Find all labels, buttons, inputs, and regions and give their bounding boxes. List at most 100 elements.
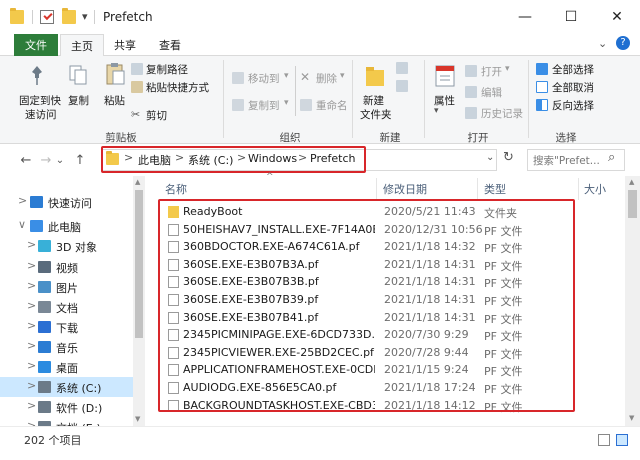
sidebar-item[interactable]: > 软件 (D:) <box>0 397 133 417</box>
cut-button[interactable]: 剪切 <box>146 108 167 123</box>
delete-button[interactable]: 删除 <box>316 71 337 86</box>
properties-check-icon[interactable] <box>40 10 54 24</box>
sidebar-item-label: 软件 (D:) <box>56 402 103 415</box>
refresh-icon[interactable]: ↻ <box>503 150 514 165</box>
open-group-label: 打开 <box>467 132 489 144</box>
open-button[interactable]: 打开 <box>481 64 502 79</box>
close-icon: ✕ <box>611 9 623 25</box>
tab-file[interactable]: 文件 <box>14 34 58 56</box>
select-all-button[interactable]: 全部选择 <box>552 62 594 77</box>
status-bar <box>0 426 640 460</box>
chevron-right-icon[interactable]: > <box>27 299 36 312</box>
history-button[interactable]: 历史记录 <box>481 106 523 121</box>
divider[interactable] <box>578 178 579 200</box>
sidebar-item[interactable]: > 系统 (C:) <box>0 377 133 397</box>
maximize-button[interactable]: ☐ <box>548 0 594 34</box>
easy-access-icon[interactable] <box>396 80 408 92</box>
scroll-up-icon[interactable]: ▲ <box>629 178 634 186</box>
sidebar-item[interactable]: > 文档 <box>0 297 133 317</box>
pin-quick-access-label-2[interactable]: 速访问 <box>25 107 57 122</box>
rename-button[interactable]: 重命名 <box>316 98 348 113</box>
search-placeholder[interactable]: 搜索"Prefet... <box>533 153 600 168</box>
sidebar-item-label: 此电脑 <box>48 221 81 234</box>
new-folder-label-2[interactable]: 文件夹 <box>360 107 392 122</box>
tab-view[interactable]: 查看 <box>148 34 192 56</box>
quick-access-dropdown-icon[interactable]: ▾ <box>82 10 88 23</box>
copy-path-button[interactable]: 复制路径 <box>146 62 188 77</box>
clipboard-group-label: 剪贴板 <box>105 132 137 144</box>
sidebar-item-label: 系统 (C:) <box>56 382 102 395</box>
column-header-name[interactable]: 名称 <box>165 181 187 197</box>
up-arrow-icon: ↑ <box>74 152 86 168</box>
divider <box>424 60 425 138</box>
scroll-thumb[interactable] <box>628 190 637 218</box>
chevron-right-icon[interactable]: > <box>27 339 36 352</box>
up-button[interactable]: ↑ <box>70 150 90 170</box>
back-button[interactable]: ← <box>16 150 36 170</box>
address-dropdown-icon[interactable]: ⌄ <box>486 152 494 163</box>
computer-icon <box>30 220 43 232</box>
chevron-right-icon[interactable]: > <box>27 379 36 392</box>
chevron-right-icon[interactable]: > <box>27 399 36 412</box>
column-header-modified[interactable]: 修改日期 <box>383 181 427 197</box>
chevron-right-icon[interactable]: > <box>18 194 27 207</box>
scroll-thumb[interactable] <box>135 190 143 338</box>
edit-icon <box>465 86 477 98</box>
close-button[interactable]: ✕ <box>594 0 640 34</box>
details-view-icon[interactable] <box>598 434 610 446</box>
chevron-down-icon[interactable]: ∨ <box>18 218 26 231</box>
invert-selection-button[interactable]: 反向选择 <box>552 98 594 113</box>
minimize-button[interactable]: — <box>502 0 548 34</box>
paste-shortcut-icon <box>131 81 143 93</box>
copy-to-button[interactable]: 复制到 <box>248 98 280 113</box>
sidebar-item[interactable]: > 音乐 <box>0 337 133 357</box>
tab-share[interactable]: 共享 <box>104 34 146 56</box>
recent-locations-button[interactable]: ⌄ <box>54 150 66 170</box>
divider[interactable] <box>376 178 377 200</box>
sidebar-item[interactable]: > 视频 <box>0 257 133 277</box>
chevron-right-icon[interactable]: > <box>27 359 36 372</box>
new-folder-quick-icon[interactable] <box>62 8 76 24</box>
edit-button[interactable]: 编辑 <box>481 85 502 100</box>
sidebar-item[interactable]: > 桌面 <box>0 357 133 377</box>
sidebar-item[interactable]: > 快速访问 <box>0 192 133 212</box>
divider <box>352 60 353 138</box>
select-none-button[interactable]: 全部取消 <box>552 80 594 95</box>
copy-button[interactable]: 复制 <box>68 93 89 108</box>
collapse-ribbon-icon[interactable]: ⌄ <box>598 37 607 50</box>
sidebar-item[interactable]: > 图片 <box>0 277 133 297</box>
sidebar-item-label: 桌面 <box>56 362 78 375</box>
sidebar-item[interactable]: > 下载 <box>0 317 133 337</box>
new-item-icon[interactable] <box>396 62 408 74</box>
pin-quick-access-label-1[interactable]: 固定到快 <box>19 93 61 108</box>
sidebar-item[interactable]: ∨ 此电脑 <box>0 216 133 236</box>
chevron-right-icon[interactable]: > <box>27 279 36 292</box>
new-folder-label-1[interactable]: 新建 <box>363 93 384 108</box>
chevron-right-icon[interactable]: > <box>27 319 36 332</box>
scroll-up-icon[interactable]: ▲ <box>135 178 140 186</box>
item-count: 202 个项目 <box>24 434 82 447</box>
chevron-right-icon[interactable]: > <box>27 259 36 272</box>
new-group-label: 新建 <box>379 132 401 144</box>
pin-icon <box>28 64 46 86</box>
forward-button[interactable]: → <box>36 150 56 170</box>
paste-shortcut-button[interactable]: 粘贴快捷方式 <box>146 80 209 95</box>
search-icon[interactable]: ⌕ <box>608 150 615 165</box>
column-header-size[interactable]: 大小 <box>584 181 606 197</box>
file-list-highlight <box>158 199 575 412</box>
drive-icon <box>38 381 51 393</box>
divider[interactable] <box>477 178 478 200</box>
download-icon <box>38 321 51 333</box>
move-to-button[interactable]: 移动到 <box>248 71 280 86</box>
help-icon[interactable]: ? <box>616 36 630 50</box>
scroll-down-icon[interactable]: ▼ <box>629 414 634 422</box>
chevron-right-icon[interactable]: > <box>27 238 36 251</box>
paste-button[interactable]: 粘贴 <box>104 93 125 108</box>
folder-icon <box>10 8 24 24</box>
tab-home[interactable]: 主页 <box>60 34 104 56</box>
scroll-down-icon[interactable]: ▼ <box>135 415 140 423</box>
sidebar-item[interactable]: >3D 对象 <box>0 236 133 256</box>
large-icons-view-icon[interactable] <box>616 434 628 446</box>
chevron-down-icon: ▾ <box>434 106 439 116</box>
column-header-type[interactable]: 类型 <box>484 181 506 197</box>
